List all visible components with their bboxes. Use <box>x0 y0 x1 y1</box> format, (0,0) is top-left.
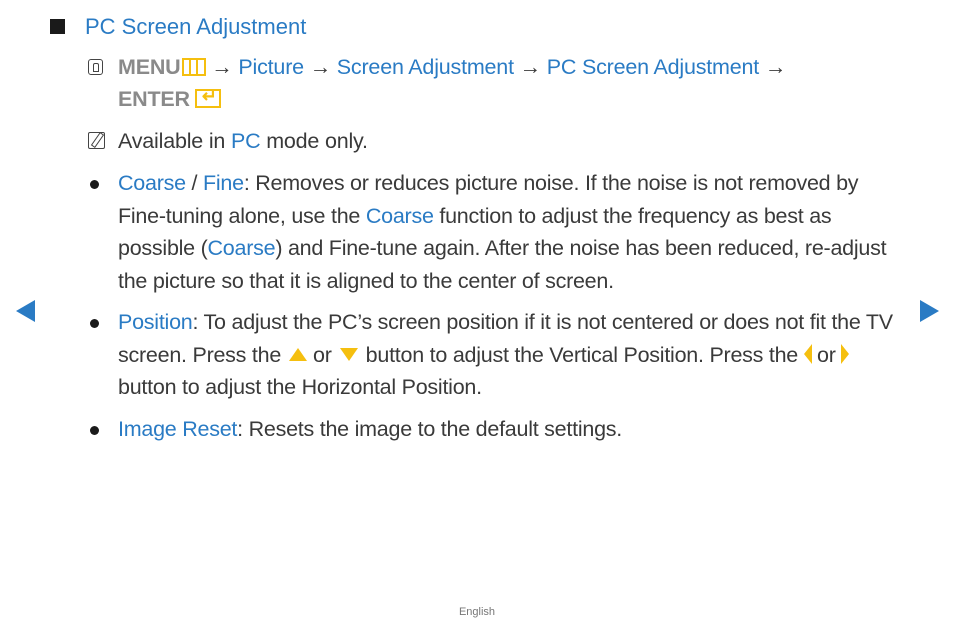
remote-hand-icon <box>88 59 103 75</box>
menu-label: MENU <box>118 55 181 79</box>
up-arrow-icon <box>289 347 308 361</box>
or-text: or <box>817 342 836 367</box>
down-arrow-icon <box>339 347 358 361</box>
term-coarse: Coarse <box>118 171 186 195</box>
section-title: PC Screen Adjustment <box>85 14 307 39</box>
item-text: button to adjust the Vertical Position. … <box>365 342 799 367</box>
path-arrow: → <box>764 55 787 79</box>
note-text: Available in PC mode only. <box>118 129 368 154</box>
term-position: Position <box>118 310 193 334</box>
previous-page-arrow-icon[interactable] <box>16 300 35 322</box>
item-text: button to adjust the Horizontal Position… <box>118 375 482 399</box>
footer-language: English <box>458 606 496 618</box>
term-fine: Fine <box>202 171 244 195</box>
note-icon <box>88 132 105 149</box>
note-after: mode only. <box>260 129 368 153</box>
separator: / <box>185 171 203 195</box>
bullet <box>90 180 99 189</box>
enter-label: ENTER <box>118 87 190 111</box>
term-coarse: Coarse <box>365 203 434 228</box>
item-text: : Resets the image to the default settin… <box>237 417 622 441</box>
next-page-arrow-icon[interactable] <box>920 300 939 322</box>
term-image-reset: Image Reset <box>118 417 238 441</box>
or-text: or <box>313 342 332 367</box>
menu-icon <box>181 58 206 76</box>
term-coarse: Coarse <box>207 236 276 260</box>
note-highlight: PC <box>230 129 261 153</box>
path-step-pc-screen-adjustment: PC Screen Adjustment <box>546 55 760 79</box>
path-step-picture: Picture <box>238 55 304 79</box>
bullet <box>90 319 99 328</box>
path-arrow: → <box>211 55 233 79</box>
note-before: Available in <box>118 129 231 153</box>
item-position: Position: To adjust the PC’s screen posi… <box>118 306 898 404</box>
item-coarse-fine: Coarse / Fine: Removes or reduces pictur… <box>118 167 898 297</box>
black-square-icon <box>50 19 65 34</box>
item-image-reset: Image Reset: Resets the image to the def… <box>118 413 898 446</box>
enter-icon <box>194 86 221 108</box>
path-step-screen-adjustment: Screen Adjustment <box>336 55 514 79</box>
left-arrow-icon <box>804 343 813 364</box>
path-arrow: → <box>519 55 542 79</box>
enter-line: ENTER <box>118 86 221 112</box>
menu-path: MENU → Picture → Screen Adjustment → PC … <box>118 55 786 80</box>
right-arrow-icon <box>840 343 849 364</box>
bullet <box>90 426 99 435</box>
path-arrow: → <box>309 55 332 79</box>
